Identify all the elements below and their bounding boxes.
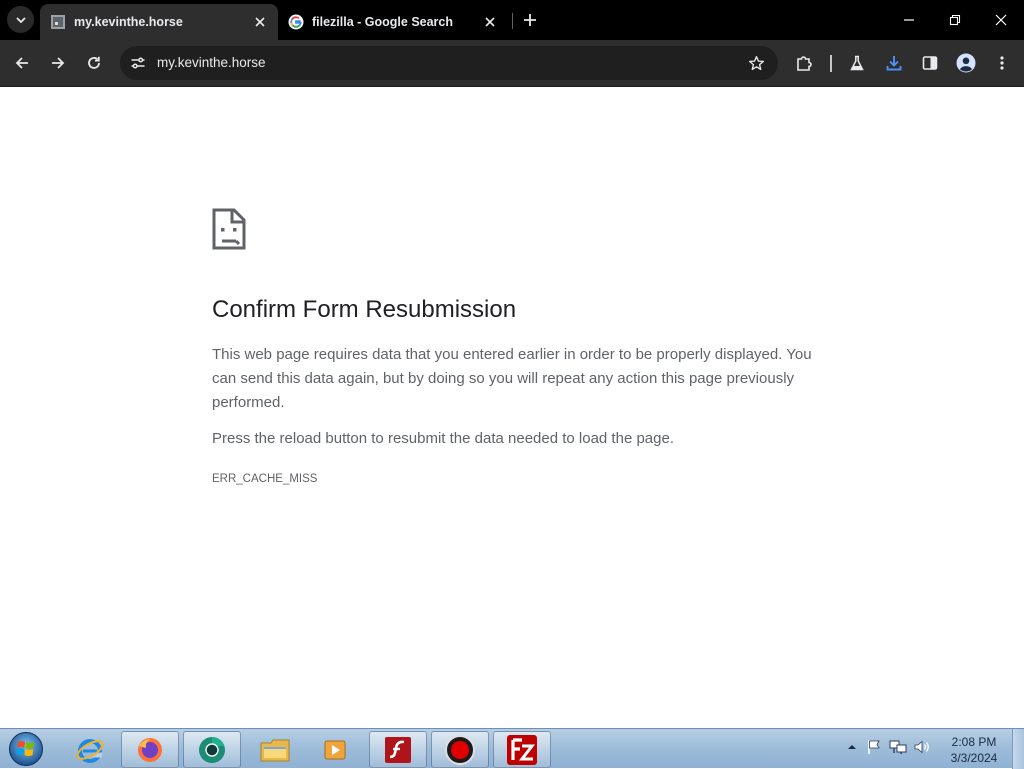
restore-button[interactable]	[932, 0, 978, 40]
tab-search-button[interactable]	[7, 6, 34, 33]
speaker-icon	[914, 740, 929, 754]
windows-orb-icon	[9, 732, 43, 766]
extensions-button[interactable]	[790, 49, 818, 77]
google-g-icon	[288, 14, 304, 30]
taskbar-filezilla[interactable]	[493, 731, 551, 768]
close-tab-button[interactable]	[252, 14, 268, 30]
network-icon	[889, 740, 907, 754]
address-bar[interactable]: my.kevinthe.horse	[120, 46, 778, 80]
side-panel-button[interactable]	[916, 49, 944, 77]
minimize-button[interactable]	[886, 0, 932, 40]
plus-icon	[524, 14, 536, 26]
chevron-down-icon	[15, 16, 26, 23]
tab-separator	[512, 13, 513, 29]
toolbar-divider	[830, 55, 832, 72]
record-icon	[445, 734, 475, 765]
page-icon	[51, 15, 65, 29]
error-code: ERR_CACHE_MISS	[212, 473, 318, 485]
site-info-button[interactable]	[128, 53, 148, 73]
action-center-button[interactable]	[865, 737, 883, 757]
tab-title: filezilla - Google Search	[312, 15, 454, 29]
arrow-left-icon	[15, 57, 28, 69]
taskbar-flash[interactable]	[369, 731, 427, 768]
reload-icon	[88, 56, 100, 69]
tab-kevinthe-horse[interactable]: my.kevinthe.horse	[40, 4, 278, 40]
side-panel-icon	[922, 56, 938, 70]
download-icon	[886, 56, 902, 71]
forward-button[interactable]	[44, 49, 72, 77]
show-hidden-icons-button[interactable]	[843, 737, 861, 757]
file-explorer-icon	[260, 739, 290, 761]
internet-explorer-icon	[76, 738, 104, 763]
close-window-button[interactable]	[978, 0, 1024, 40]
avatar-icon	[956, 53, 976, 73]
firefox-icon	[138, 737, 162, 762]
flag-icon	[868, 740, 880, 754]
url-text[interactable]: my.kevinthe.horse	[157, 55, 266, 70]
volume-button[interactable]	[913, 737, 931, 757]
page-content: Confirm Form Resubmission This web page …	[0, 88, 1024, 728]
tab-strip: my.kevinthe.horse filezilla - Google Sea…	[0, 0, 1024, 40]
show-desktop-button[interactable]	[1012, 729, 1024, 769]
back-button[interactable]	[8, 49, 36, 77]
tab-filezilla-search[interactable]: filezilla - Google Search	[278, 4, 508, 40]
start-button[interactable]	[6, 731, 46, 767]
error-title: Confirm Form Resubmission	[212, 296, 517, 323]
error-description: This web page requires data that you ent…	[212, 346, 812, 411]
new-tab-button[interactable]	[518, 8, 542, 32]
taskbar-chrome-like-app[interactable]	[183, 731, 241, 768]
close-icon	[255, 17, 265, 27]
downloads-button[interactable]	[880, 49, 908, 77]
clock[interactable]: 2:08 PM 3/3/2024	[944, 734, 1004, 766]
taskbar-firefox[interactable]	[121, 731, 179, 768]
chrome-like-icon	[199, 736, 225, 763]
network-button[interactable]	[889, 737, 907, 757]
taskbar-media-player[interactable]	[306, 731, 364, 768]
puzzle-icon	[797, 56, 812, 71]
filezilla-icon	[507, 734, 537, 765]
clock-time: 2:08 PM	[951, 735, 997, 749]
profile-button[interactable]	[952, 49, 980, 77]
taskbar-internet-explorer[interactable]	[61, 731, 119, 768]
bookmark-button[interactable]	[746, 53, 766, 73]
reload-button[interactable]	[80, 49, 108, 77]
taskbar-file-explorer[interactable]	[246, 731, 304, 768]
close-icon	[485, 17, 495, 27]
windows-taskbar: 2:08 PM 3/3/2024	[0, 728, 1024, 769]
minimize-icon	[904, 19, 914, 21]
flask-icon	[850, 55, 864, 71]
star-icon	[748, 55, 764, 70]
error-hint: Press the reload button to resubmit the …	[212, 430, 674, 447]
tab-title: my.kevinthe.horse	[74, 15, 183, 29]
sad-page-icon	[212, 208, 246, 250]
browser-toolbar: my.kevinthe.horse	[0, 40, 1024, 87]
more-vertical-icon	[1000, 56, 1004, 70]
close-icon	[995, 14, 1007, 26]
arrow-right-icon	[52, 57, 65, 69]
menu-button[interactable]	[988, 49, 1016, 77]
flash-icon	[385, 736, 411, 763]
tune-icon	[131, 57, 145, 69]
media-player-icon	[324, 740, 346, 759]
taskbar-recorder[interactable]	[431, 731, 489, 768]
restore-icon	[949, 14, 961, 26]
labs-button[interactable]	[843, 49, 871, 77]
close-tab-button[interactable]	[482, 14, 498, 30]
clock-date: 3/3/2024	[950, 751, 998, 765]
chevron-up-icon	[848, 745, 856, 749]
